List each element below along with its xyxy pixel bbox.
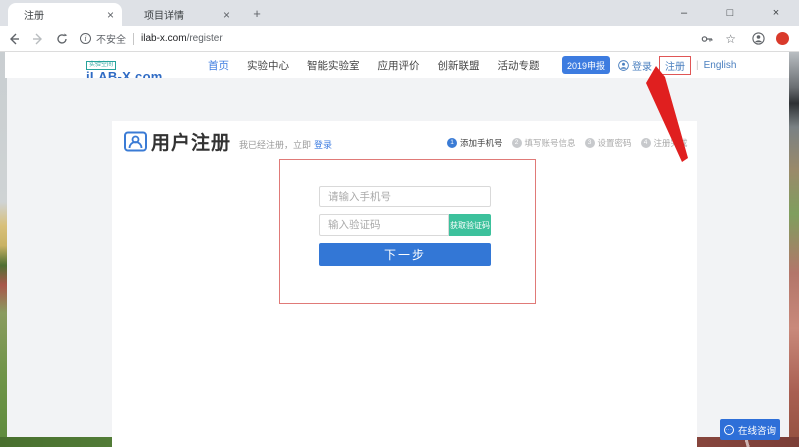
address-box[interactable]: i 不安全 ilab-x.com/register bbox=[80, 31, 693, 46]
key-icon[interactable] bbox=[697, 29, 717, 49]
window-controls: – □ × bbox=[661, 0, 799, 26]
bookmark-star-icon[interactable]: ☆ bbox=[725, 32, 736, 46]
main-nav: 首页 实验中心 智能实验室 应用评价 创新联盟 活动专题 bbox=[208, 52, 540, 78]
registration-form: 获取验证码 下一步 bbox=[319, 186, 491, 266]
step-number: 2 bbox=[512, 138, 522, 148]
next-step-button[interactable]: 下一步 bbox=[319, 243, 491, 266]
login-person-icon bbox=[618, 60, 629, 71]
browser-tab-bar: 注册 × 项目详情 × + – □ × bbox=[0, 0, 799, 26]
already-registered-text: 我已经注册，立即 bbox=[239, 140, 311, 150]
url-domain: ilab-x.com bbox=[141, 33, 187, 44]
step-number: 1 bbox=[447, 138, 457, 148]
browser-url-bar: i 不安全 ilab-x.com/register ☆ bbox=[0, 26, 799, 52]
reload-icon[interactable] bbox=[52, 29, 72, 49]
annotation-red-arrow bbox=[640, 62, 695, 167]
page-info-icon[interactable]: i bbox=[80, 33, 91, 44]
phone-input[interactable] bbox=[319, 186, 491, 207]
step-number: 3 bbox=[585, 138, 595, 148]
new-tab-button[interactable]: + bbox=[248, 5, 266, 23]
step-add-phone: 1 添加手机号 bbox=[447, 137, 503, 149]
step-set-password: 3 设置密码 bbox=[585, 137, 632, 149]
online-chat-button[interactable]: ··· 在线咨询 bbox=[720, 419, 780, 440]
chat-smiley-icon: ··· bbox=[724, 425, 734, 435]
browser-tab-project-detail[interactable]: 项目详情 × bbox=[128, 3, 238, 26]
step-label: 添加手机号 bbox=[460, 137, 503, 149]
tab-title: 注册 bbox=[24, 7, 101, 22]
verification-code-input[interactable] bbox=[319, 214, 449, 236]
browser-avatar[interactable] bbox=[776, 32, 789, 45]
forward-icon[interactable] bbox=[28, 29, 48, 49]
already-registered-note: 我已经注册，立即登录 bbox=[239, 138, 332, 151]
browser-tab-register[interactable]: 注册 × bbox=[8, 3, 122, 26]
profile-icon[interactable] bbox=[748, 29, 768, 49]
background-photo-right-strip bbox=[789, 52, 799, 447]
back-icon[interactable] bbox=[4, 29, 24, 49]
get-code-button[interactable]: 获取验证码 bbox=[449, 214, 491, 236]
url-path: /register bbox=[187, 33, 223, 44]
minimize-button[interactable]: – bbox=[661, 0, 707, 26]
tab-title: 项目详情 bbox=[144, 7, 217, 22]
background-photo-left-strip bbox=[0, 52, 7, 447]
nav-item-home[interactable]: 首页 bbox=[208, 58, 229, 73]
omnibox-separator bbox=[133, 33, 134, 45]
page-viewport: 实验空间 iLAB-X.com 国家虚拟仿真实验教学项目共享平台 首页 实验中心… bbox=[0, 52, 799, 447]
tab-close-icon[interactable]: × bbox=[223, 8, 230, 22]
security-label: 不安全 bbox=[96, 31, 126, 46]
nav-item-innovation-alliance[interactable]: 创新联盟 bbox=[438, 58, 480, 73]
registration-card: 用户注册 我已经注册，立即登录 1 添加手机号 2 填写账号信息 3 设置密码 bbox=[112, 121, 697, 447]
nav-item-activity-special[interactable]: 活动专题 bbox=[498, 58, 540, 73]
tab-close-icon[interactable]: × bbox=[107, 8, 114, 22]
language-link[interactable]: English bbox=[704, 60, 737, 71]
step-label: 填写账号信息 bbox=[525, 137, 576, 149]
user-register-icon bbox=[124, 131, 147, 152]
close-button[interactable]: × bbox=[753, 0, 799, 26]
login-now-link[interactable]: 登录 bbox=[314, 140, 332, 150]
chat-button-label: 在线咨询 bbox=[738, 423, 776, 437]
nav-item-application-evaluation[interactable]: 应用评价 bbox=[378, 58, 420, 73]
step-account-info: 2 填写账号信息 bbox=[512, 137, 576, 149]
step-label: 设置密码 bbox=[598, 137, 632, 149]
page-title: 用户注册 bbox=[151, 128, 231, 155]
header-separator: | bbox=[696, 60, 699, 71]
apply-2019-button[interactable]: 2019申报 bbox=[562, 56, 610, 74]
nav-item-smart-lab[interactable]: 智能实验室 bbox=[307, 58, 360, 73]
maximize-button[interactable]: □ bbox=[707, 0, 753, 26]
nav-item-experiment-center[interactable]: 实验中心 bbox=[247, 58, 289, 73]
